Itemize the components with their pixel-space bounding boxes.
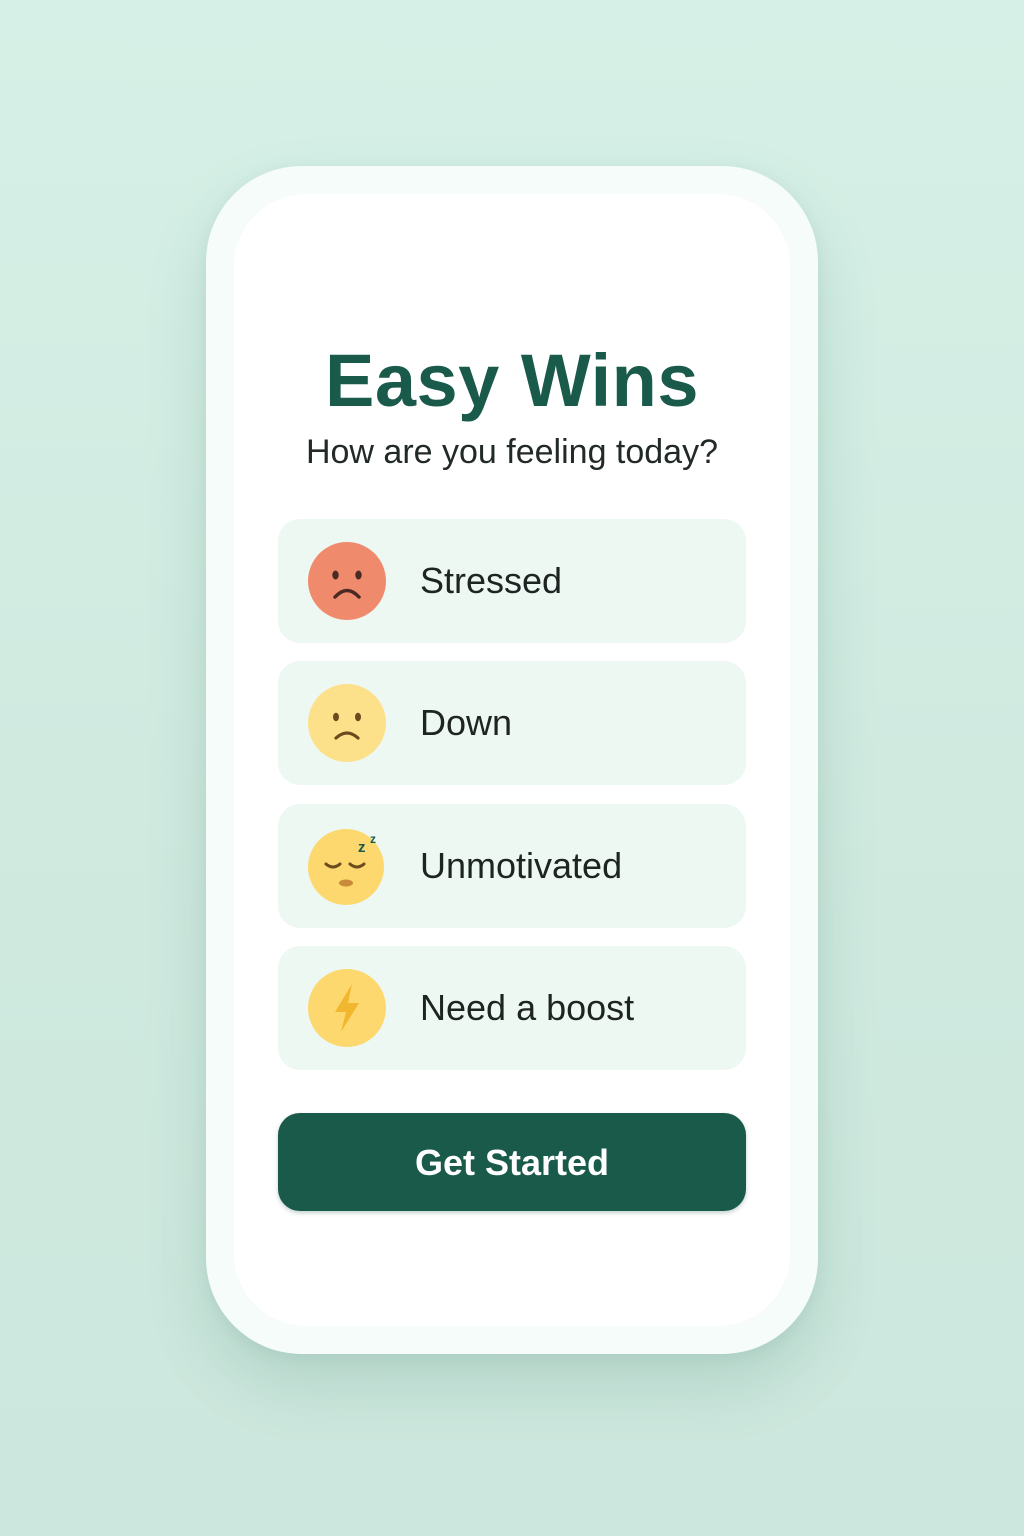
mood-label: Stressed — [420, 560, 563, 601]
app-title: Easy Wins — [325, 339, 699, 422]
mood-question: How are you feeling today? — [305, 433, 719, 471]
phone-frame: Easy Wins How are you feeling today? Str… — [206, 166, 818, 1354]
svg-text:z: z — [370, 832, 376, 846]
svg-text:z: z — [358, 839, 366, 856]
mood-option-need-a-boost[interactable]: Need a boost — [278, 946, 746, 1070]
lightning-bolt-icon — [308, 969, 386, 1047]
sad-face-icon — [308, 684, 386, 762]
mood-option-unmotivated[interactable]: z z Unmotivated — [278, 804, 746, 928]
stressed-face-icon — [308, 542, 386, 620]
app-screen: Easy Wins How are you feeling today? Str… — [234, 194, 790, 1326]
mood-option-stressed[interactable]: Stressed — [278, 519, 746, 643]
mood-option-down[interactable]: Down — [278, 661, 746, 785]
mood-label: Unmotivated — [420, 845, 623, 886]
mood-label: Down — [420, 702, 513, 743]
get-started-button[interactable]: Get Started — [278, 1113, 746, 1211]
sleepy-face-icon: z z — [308, 829, 384, 905]
mood-label: Need a boost — [420, 987, 635, 1028]
